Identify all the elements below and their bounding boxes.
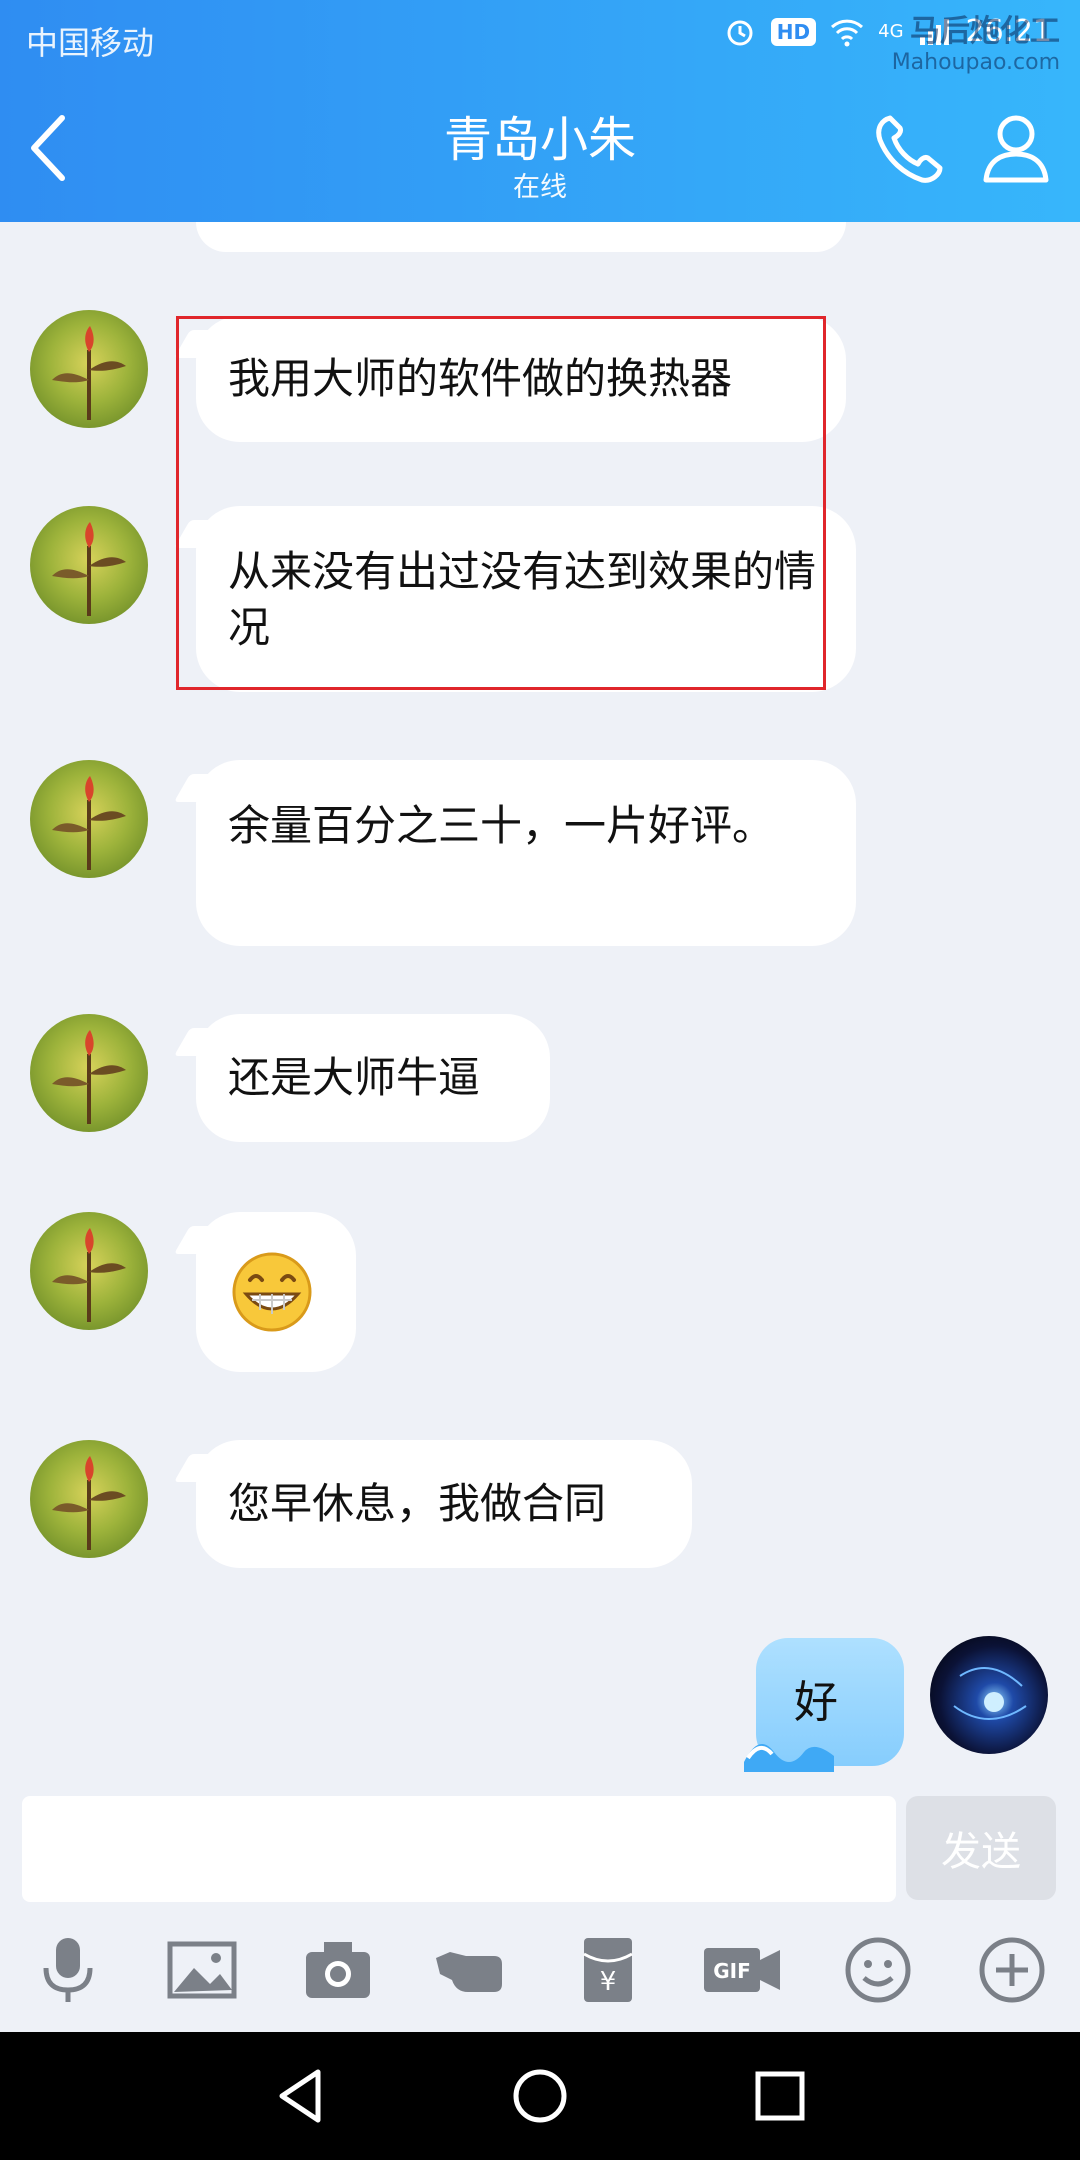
gif-icon[interactable]: GIF bbox=[702, 1934, 782, 2006]
message-bubble[interactable]: 余量百分之三十，一片好评。 bbox=[173, 760, 856, 946]
system-navigation-bar bbox=[0, 2032, 1080, 2160]
composer: 发送 bbox=[0, 1788, 1080, 1908]
profile-icon[interactable] bbox=[978, 108, 1054, 188]
watermark: 马后炮化工 Mahoupao.com bbox=[891, 14, 1060, 75]
wifi-icon bbox=[830, 15, 864, 49]
poke-icon[interactable] bbox=[434, 1934, 506, 2006]
send-button[interactable]: 发送 bbox=[906, 1796, 1056, 1900]
plus-icon[interactable] bbox=[976, 1934, 1048, 2006]
my-avatar[interactable] bbox=[930, 1636, 1048, 1754]
input-toolbar: ¥ GIF bbox=[0, 1908, 1080, 2032]
svg-text:GIF: GIF bbox=[713, 1959, 751, 1983]
nav-back-icon[interactable] bbox=[264, 2060, 336, 2132]
message-input[interactable] bbox=[22, 1796, 896, 1902]
message-bubble-partial bbox=[196, 222, 846, 252]
wave-decoration-icon bbox=[744, 1744, 834, 1772]
chat-list[interactable]: 我用大师的软件做的换热器 从来没有出过没有达到效果的情况 余量百分之三十，一片好… bbox=[0, 222, 1080, 1788]
image-icon[interactable] bbox=[166, 1934, 238, 2006]
contact-avatar[interactable] bbox=[30, 1440, 148, 1558]
alarm-icon bbox=[723, 15, 757, 49]
message-bubble[interactable]: 您早休息，我做合同 bbox=[173, 1440, 692, 1568]
contact-avatar[interactable] bbox=[30, 310, 148, 428]
grinning-emoji-icon bbox=[232, 1252, 312, 1332]
contact-avatar[interactable] bbox=[30, 1014, 148, 1132]
hd-badge: HD bbox=[770, 17, 817, 46]
carrier-label: 中国移动 bbox=[26, 24, 155, 62]
microphone-icon[interactable] bbox=[32, 1934, 104, 2006]
phone-call-icon[interactable] bbox=[868, 108, 948, 188]
message-bubble[interactable] bbox=[173, 1212, 356, 1372]
highlight-box bbox=[176, 316, 826, 690]
message-bubble[interactable]: 还是大师牛逼 bbox=[173, 1014, 550, 1142]
my-message-bubble[interactable]: 好 bbox=[744, 1638, 904, 1772]
emoji-icon[interactable] bbox=[842, 1934, 914, 2006]
contact-avatar[interactable] bbox=[30, 760, 148, 878]
contact-avatar[interactable] bbox=[30, 506, 148, 624]
chat-header: 中国移动 HD 4G 26:21 马后炮化工 Mahoupao.com 青岛小朱… bbox=[0, 0, 1080, 222]
nav-recents-icon[interactable] bbox=[744, 2060, 816, 2132]
contact-avatar[interactable] bbox=[30, 1212, 148, 1330]
camera-icon[interactable] bbox=[302, 1934, 374, 2006]
svg-text:¥: ¥ bbox=[600, 1967, 617, 1997]
red-packet-icon[interactable]: ¥ bbox=[572, 1934, 644, 2006]
nav-home-icon[interactable] bbox=[504, 2060, 576, 2132]
